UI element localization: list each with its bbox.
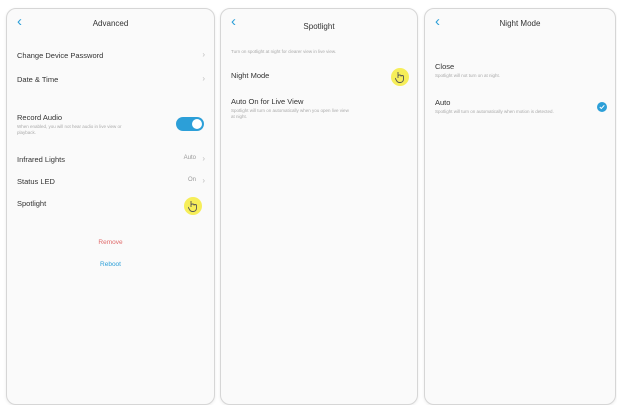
record-audio-toggle[interactable] <box>176 117 204 131</box>
night-mode-screen: ‹ Night Mode Close Spotlight will not tu… <box>424 8 616 405</box>
spotlight-item[interactable]: Spotlight <box>7 199 214 208</box>
night-mode-header: ‹ Night Mode <box>425 9 615 35</box>
item-label: Infrared Lights <box>17 155 65 164</box>
option-description: Spotlight will turn on automatically whe… <box>435 109 554 114</box>
page-title: Spotlight <box>303 22 335 31</box>
item-label: Night Mode <box>231 71 270 80</box>
night-mode-option-auto[interactable]: Auto Spotlight will turn on automaticall… <box>425 98 615 115</box>
chevron-right-icon: › <box>202 176 205 185</box>
advanced-header: ‹ Advanced <box>7 9 214 35</box>
stage: ‹ Advanced Change Device Password › Date… <box>0 0 617 405</box>
item-value: Auto <box>183 155 196 161</box>
item-description: Spotlight will turn on automatically whe… <box>231 108 349 119</box>
chevron-right-icon: › <box>202 74 205 83</box>
selected-checkmark-icon <box>597 102 607 112</box>
night-mode-item[interactable]: Night Mode <box>221 71 417 80</box>
infrared-lights-item[interactable]: Infrared Lights Auto › <box>7 154 214 164</box>
spotlight-header: ‹ Spotlight <box>221 9 417 35</box>
spotlight-screen: ‹ Spotlight Turn on spotlight at night f… <box>220 8 418 405</box>
page-title: Night Mode <box>499 19 541 28</box>
record-audio-item: Record Audio When enabled, you will not … <box>7 113 214 136</box>
item-label: Auto On for Live View <box>231 97 304 106</box>
reboot-button[interactable]: Reboot <box>7 261 214 268</box>
status-led-item[interactable]: Status LED On › <box>7 176 214 186</box>
change-device-password-item[interactable]: Change Device Password › <box>7 50 214 60</box>
item-label: Date & Time <box>17 75 59 84</box>
option-description: Spotlight will not turn on at night. <box>435 73 501 78</box>
option-label: Auto <box>435 98 451 107</box>
tap-indicator-icon <box>391 68 409 86</box>
toggle-knob <box>192 119 202 129</box>
item-value: On <box>187 177 196 183</box>
auto-on-live-view-item[interactable]: Auto On for Live View Spotlight will tur… <box>221 97 417 120</box>
item-label: Change Device Password <box>17 51 104 60</box>
advanced-screen: ‹ Advanced Change Device Password › Date… <box>6 8 215 405</box>
night-mode-option-close[interactable]: Close Spotlight will not turn on at nigh… <box>425 62 615 79</box>
chevron-right-icon: › <box>202 50 205 59</box>
date-time-item[interactable]: Date & Time › <box>7 74 214 84</box>
spotlight-note: Turn on spotlight at night for clearer v… <box>231 49 337 54</box>
tap-indicator-icon <box>184 197 202 215</box>
item-description: When enabled, you will not hear audio in… <box>17 124 122 135</box>
item-label: Spotlight <box>17 199 47 208</box>
item-label: Status LED <box>17 177 55 186</box>
chevron-right-icon: › <box>202 154 205 163</box>
remove-button[interactable]: Remove <box>7 239 214 246</box>
option-label: Close <box>435 62 455 71</box>
page-title: Advanced <box>92 19 129 28</box>
